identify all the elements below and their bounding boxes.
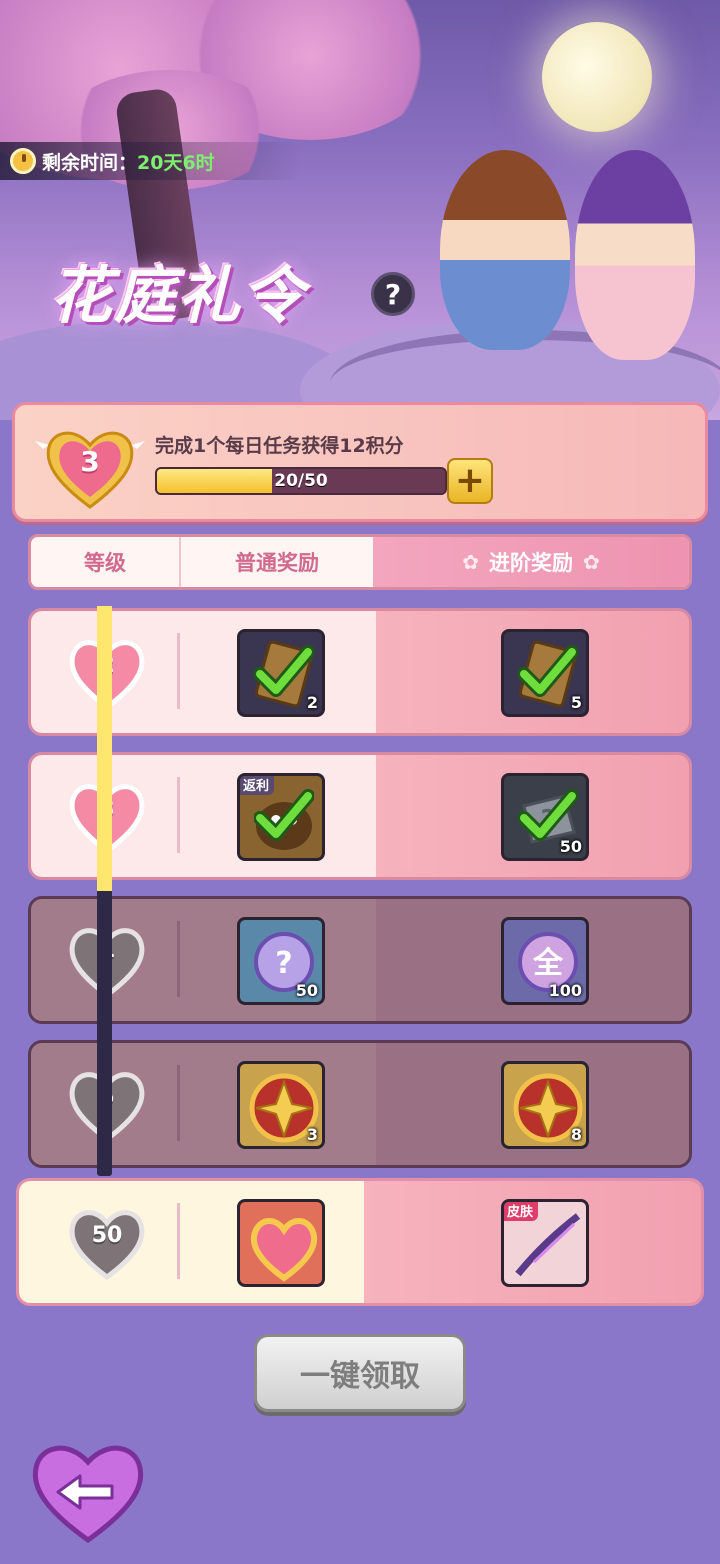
character-prince: [440, 150, 570, 350]
event-title: 花庭礼令: [50, 259, 307, 332]
tab-level: 等级: [84, 551, 126, 575]
character-princess: [575, 150, 695, 360]
reward-item-advanced[interactable]: ? 50: [501, 773, 589, 861]
help-button[interactable]: ?: [371, 272, 415, 316]
header-scene: [0, 0, 720, 420]
moon-icon: [542, 22, 652, 132]
tab-normal-rewards[interactable]: 普通奖励: [179, 537, 373, 587]
level-track-fill: [97, 606, 112, 891]
reward-count: 8: [570, 1125, 582, 1144]
timer-label: 剩余时间：: [42, 151, 138, 174]
reward-column-header: 等级 普通奖励 ✿ 进阶奖励 ✿: [28, 534, 692, 590]
level-row: 4?50全100: [28, 896, 692, 1024]
heart-jewel-icon: [250, 1218, 318, 1282]
reward-badge: 返利: [240, 776, 275, 795]
reward-item-advanced[interactable]: 全 100: [501, 917, 589, 1005]
reward-item-normal[interactable]: 返利: [237, 773, 325, 861]
timer-value: 20天6时: [137, 151, 215, 174]
current-level-number: 3: [80, 445, 100, 478]
reward-item-normal[interactable]: 2: [237, 629, 325, 717]
level-number: 50: [91, 1223, 123, 1248]
reward-count: 5: [570, 693, 582, 712]
orb-text: 全: [532, 946, 564, 981]
reward-count: 100: [548, 981, 582, 1000]
level-row: 3返利?50: [28, 752, 692, 880]
claimed-check-icon: [518, 645, 578, 697]
level-row: 538: [28, 1040, 692, 1168]
reward-count: 50: [295, 981, 318, 1000]
points-progress-bar: 20/50: [155, 467, 447, 495]
pass-progress-panel: 3 完成1个每日任务获得12积分 20/50 +: [12, 402, 708, 522]
reward-item-advanced[interactable]: 皮肤: [501, 1199, 589, 1287]
buy-level-button[interactable]: +: [447, 458, 493, 504]
level-row: 225: [28, 608, 692, 736]
progress-text: 20/50: [274, 471, 328, 491]
claim-all-button[interactable]: 一键领取: [254, 1334, 466, 1412]
reward-count: 3: [306, 1125, 318, 1144]
reward-count: 50: [559, 837, 582, 856]
reward-item-normal[interactable]: 3: [237, 1061, 325, 1149]
reward-item-normal[interactable]: [237, 1199, 325, 1287]
reward-item-advanced[interactable]: 8: [501, 1061, 589, 1149]
task-description: 完成1个每日任务获得12积分: [155, 435, 404, 457]
tab-advanced-rewards[interactable]: ✿ 进阶奖励 ✿: [373, 537, 689, 587]
remaining-time-bar: 剩余时间： 20天6时: [0, 142, 300, 180]
level-row: 50 皮肤: [16, 1178, 704, 1306]
level-heart-icon: 50: [65, 1203, 149, 1281]
back-button[interactable]: [28, 1436, 148, 1546]
back-heart-icon: [32, 1445, 144, 1544]
reward-item-advanced[interactable]: 5: [501, 629, 589, 717]
clock-icon: [10, 148, 36, 174]
svg-text:?: ?: [275, 946, 292, 981]
reward-count: 2: [306, 693, 318, 712]
reward-badge: 皮肤: [504, 1202, 539, 1221]
claimed-check-icon: [254, 789, 314, 841]
tab-advanced-label: 进阶奖励: [489, 551, 573, 575]
claimed-check-icon: [254, 645, 314, 697]
flower-icon: ✿: [462, 550, 479, 574]
current-level-heart-icon: 3: [35, 419, 145, 511]
level-track: [97, 606, 112, 1176]
reward-item-normal[interactable]: ? 50: [237, 917, 325, 1005]
flower-icon: ✿: [583, 550, 600, 574]
